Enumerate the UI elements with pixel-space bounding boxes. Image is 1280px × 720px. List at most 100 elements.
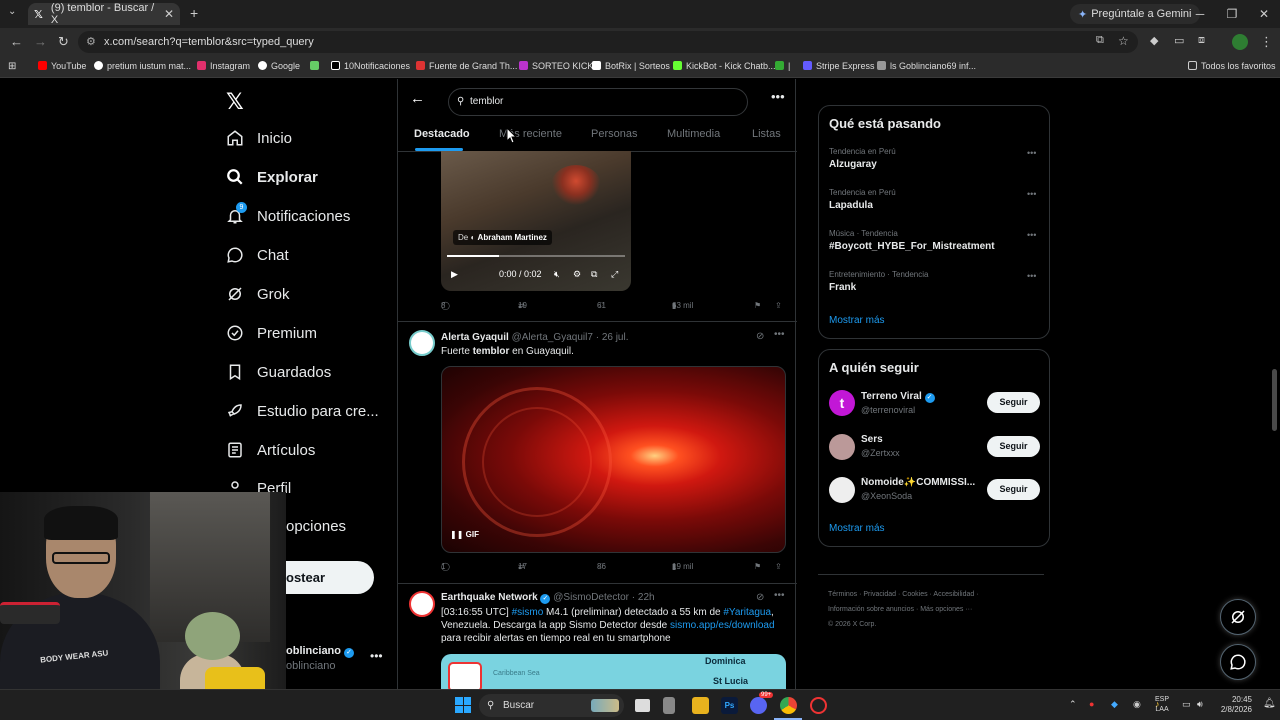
bookmark-button[interactable]: ⚑ bbox=[754, 562, 761, 571]
profile-name[interactable]: oblinciano ✓ bbox=[286, 645, 355, 658]
download-link[interactable]: sismo.app/es/download bbox=[670, 620, 775, 631]
footer-line-1[interactable]: Términos · Privacidad · Cookies · Accesi… bbox=[828, 587, 1048, 602]
discord-icon[interactable] bbox=[750, 697, 767, 714]
bookmark-botrix[interactable]: BotRix | Sorteos bbox=[592, 61, 670, 71]
minimize-icon[interactable]: ─ bbox=[1184, 0, 1216, 28]
grok-icon[interactable]: ⊘ bbox=[756, 592, 764, 603]
search-input[interactable]: ⚲ temblor bbox=[448, 88, 748, 116]
nav-home[interactable]: Inicio bbox=[226, 129, 292, 147]
tweet-gif[interactable]: ❚❚ GIF bbox=[441, 366, 786, 553]
bookmark-star-icon[interactable]: ☆ bbox=[1118, 34, 1129, 48]
trend-more-icon[interactable]: ••• bbox=[1027, 271, 1036, 281]
tray-app-icon[interactable]: ● bbox=[1089, 699, 1094, 709]
bookmark-button[interactable]: ⚑ bbox=[754, 301, 761, 310]
trend-more-icon[interactable]: ••• bbox=[1027, 148, 1036, 158]
app-icon[interactable] bbox=[663, 697, 675, 714]
trend-more-icon[interactable]: ••• bbox=[1027, 189, 1036, 199]
bookmark-stripe[interactable]: Stripe Express bbox=[803, 61, 875, 71]
nav-notifications[interactable]: 9 Notificaciones bbox=[226, 202, 350, 225]
bookmark-goblinciano[interactable]: ls Goblinciano69 inf... bbox=[877, 61, 976, 71]
extension-icon[interactable]: ◆ bbox=[1150, 34, 1158, 47]
tweet-author[interactable]: Earthquake Network ✓ @SismoDetector · 22… bbox=[441, 592, 655, 604]
avatar[interactable] bbox=[409, 591, 435, 617]
pip-icon[interactable]: ⧉ bbox=[591, 269, 597, 280]
app-icon[interactable] bbox=[810, 697, 827, 714]
nav-explore[interactable]: Explorar bbox=[226, 168, 318, 186]
nav-bookmarks[interactable]: Guardados bbox=[226, 363, 331, 381]
tab-media[interactable]: Multimedia bbox=[667, 128, 720, 140]
tweet-video[interactable]: De ◐ Abraham Martinez ▶ 0:00 / 0:02 🔇︎ ⚙… bbox=[441, 151, 631, 291]
follow-button[interactable]: Seguir bbox=[987, 392, 1040, 413]
post-button[interactable]: ostear bbox=[286, 561, 374, 594]
share-icon[interactable]: ⇪ bbox=[775, 301, 782, 310]
bookmark-fuente[interactable]: Fuente de Grand Th... bbox=[416, 61, 517, 71]
bookmark-sorteo-kick[interactable]: SORTEO KICK bbox=[519, 61, 593, 71]
photoshop-icon[interactable]: Ps bbox=[721, 697, 738, 714]
tweet-more-icon[interactable]: ••• bbox=[774, 329, 785, 340]
new-tab-icon[interactable]: + bbox=[190, 5, 198, 21]
network-icon[interactable]: ▭ bbox=[1182, 699, 1191, 710]
tab-lists[interactable]: Listas bbox=[752, 128, 781, 140]
back-icon[interactable]: ← bbox=[10, 34, 23, 49]
tab-close-icon[interactable]: ✕ bbox=[164, 7, 174, 21]
tab-people[interactable]: Personas bbox=[591, 128, 637, 140]
bookmark-kickbot[interactable]: KickBot - Kick Chatb... bbox=[673, 61, 776, 71]
forward-icon[interactable]: → bbox=[34, 34, 47, 49]
extensions-puzzle-icon[interactable]: ⧈ bbox=[1198, 34, 1205, 47]
mute-icon[interactable]: 🔇︎ bbox=[554, 269, 560, 280]
avatar[interactable] bbox=[409, 330, 435, 356]
grok-icon[interactable]: ⊘ bbox=[756, 331, 764, 342]
back-arrow-icon[interactable]: ← bbox=[410, 90, 425, 107]
footer-line-2[interactable]: Información sobre anuncios · Más opcione… bbox=[828, 602, 1048, 617]
file-explorer-icon[interactable] bbox=[692, 697, 709, 714]
tab-featured[interactable]: Destacado bbox=[414, 128, 470, 140]
tweet-author[interactable]: Alerta Gyaquil @Alerta_Gyaquil7 · 26 jul… bbox=[441, 332, 629, 343]
tray-app-icon[interactable]: ◉ bbox=[1133, 699, 1141, 710]
install-app-icon[interactable]: ⧉ bbox=[1096, 34, 1104, 47]
trend-more-icon[interactable]: ••• bbox=[1027, 230, 1036, 240]
bookmark-all[interactable]: Todos los favoritos bbox=[1188, 61, 1276, 71]
chrome-icon[interactable] bbox=[780, 697, 797, 714]
close-window-icon[interactable]: ✕ bbox=[1248, 0, 1280, 28]
account-menu-icon[interactable]: ••• bbox=[370, 649, 383, 663]
bookmark-10notificaciones[interactable]: 10Notificaciones bbox=[331, 61, 410, 71]
page-scrollbar[interactable] bbox=[1272, 369, 1277, 431]
trends-show-more-link[interactable]: Mostrar más bbox=[829, 315, 885, 326]
fullscreen-icon[interactable]: ⤢ bbox=[611, 269, 618, 280]
reload-icon[interactable]: ↻ bbox=[58, 34, 69, 50]
search-options-icon[interactable]: ••• bbox=[771, 89, 785, 104]
address-bar[interactable]: ⚙ x.com/search?q=temblor&src=typed_query bbox=[78, 31, 1138, 53]
nav-premium[interactable]: Premium bbox=[226, 324, 317, 342]
tweet-map-image[interactable]: Caribbean Sea Dominica St Lucia bbox=[441, 654, 786, 689]
bookmark-youtube[interactable]: YouTube bbox=[38, 61, 86, 71]
profile-avatar-icon[interactable] bbox=[1232, 34, 1248, 50]
nav-chat[interactable]: Chat bbox=[226, 246, 289, 264]
tweet-more-icon[interactable]: ••• bbox=[774, 590, 785, 601]
clock[interactable]: 20:45 2/8/2026 bbox=[1212, 695, 1252, 715]
follow-show-more-link[interactable]: Mostrar más bbox=[829, 523, 885, 534]
follow-button[interactable]: Seguir bbox=[987, 436, 1040, 457]
site-info-icon[interactable]: ⚙ bbox=[86, 31, 96, 53]
task-view-icon[interactable] bbox=[635, 699, 650, 712]
browser-menu-icon[interactable]: ⋮ bbox=[1260, 34, 1273, 50]
follow-button[interactable]: Seguir bbox=[987, 479, 1040, 500]
settings-icon[interactable]: ⚙ bbox=[573, 269, 581, 280]
hashtag-link[interactable]: #sismo bbox=[512, 607, 544, 618]
pause-icon[interactable]: ❚❚ bbox=[450, 530, 463, 539]
bookmark-pinwheel[interactable] bbox=[310, 61, 323, 71]
nav-articles[interactable]: Artículos bbox=[226, 441, 315, 459]
tray-overflow-icon[interactable]: ⌃ bbox=[1069, 699, 1077, 710]
tab-search-icon[interactable]: ▭ bbox=[1174, 34, 1184, 47]
apps-grid-icon[interactable]: ⊞ bbox=[8, 61, 16, 72]
gemini-button[interactable]: ✦ Pregúntale a Gemini bbox=[1070, 4, 1200, 24]
restore-icon[interactable]: ❐ bbox=[1216, 0, 1248, 28]
nav-creator-studio[interactable]: Estudio para cre... bbox=[226, 402, 379, 420]
taskbar-search[interactable]: ⚲ Buscar bbox=[479, 694, 624, 717]
language-indicator[interactable]: ESP LAA bbox=[1155, 695, 1169, 715]
volume-icon[interactable]: 🔊︎ bbox=[1197, 699, 1203, 710]
browser-tab[interactable]: 𝕏 (9) temblor - Buscar / X ✕ bbox=[28, 2, 180, 26]
bookmark-google[interactable]: Google bbox=[258, 61, 300, 71]
notifications-bell-icon[interactable]: 🔔︎ bbox=[1263, 698, 1276, 709]
x-home-logo-icon[interactable]: 𝕏 bbox=[226, 89, 244, 115]
play-icon[interactable]: ▶ bbox=[451, 269, 458, 280]
